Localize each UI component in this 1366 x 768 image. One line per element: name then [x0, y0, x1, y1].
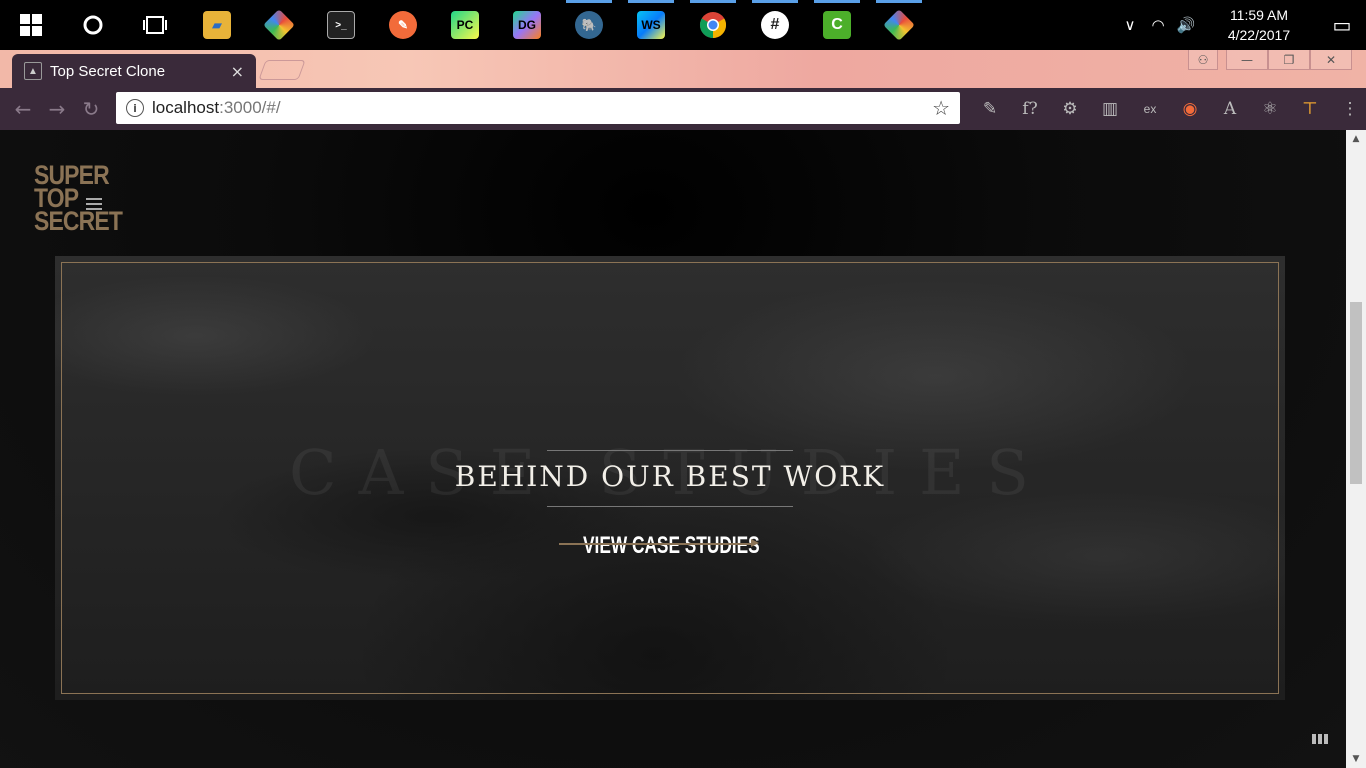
forward-arrow-icon[interactable]: → [40, 97, 74, 121]
logo-line-3: SECRET [34, 206, 123, 236]
tab-close-icon[interactable]: × [231, 62, 244, 81]
postman-icon[interactable]: ✎ [372, 0, 434, 50]
browser-tab[interactable]: ▲ Top Secret Clone × [12, 54, 256, 88]
ex-extension-icon[interactable]: ex [1130, 102, 1170, 116]
task-view-icon[interactable] [124, 0, 186, 50]
reload-icon[interactable]: ↻ [74, 97, 108, 121]
scroll-down-icon[interactable]: ▼ [1346, 750, 1366, 768]
profile-icon[interactable]: ⚇ [1188, 50, 1218, 70]
back-arrow-icon[interactable]: ← [6, 97, 40, 121]
system-tray: ∨ ◠ 🔊 11:59 AM 4/22/2017 ▭ [1116, 0, 1366, 50]
address-bar[interactable]: i localhost:3000/#/ ☆ [116, 92, 960, 124]
tab-title: Top Secret Clone [50, 62, 166, 80]
gitkraken-2-icon[interactable] [868, 0, 930, 50]
pen-extension-icon[interactable]: ✎ [970, 99, 1010, 119]
camtasia-icon[interactable]: C [806, 0, 868, 50]
barcode-extension-icon[interactable]: ▥ [1090, 99, 1130, 119]
volume-icon[interactable]: 🔊 [1172, 16, 1200, 34]
wifi-icon[interactable]: ◠ [1144, 16, 1172, 34]
web-page: SUPER TOP SECRET CASE STUDIES BEHIND OUR… [0, 130, 1346, 768]
measure-extension-icon[interactable]: ⊤ [1290, 99, 1330, 119]
browser-toolbar: ← → ↻ i localhost:3000/#/ ☆ ✎ f? ⚙ ▥ ex … [0, 88, 1366, 130]
site-info-icon[interactable]: i [126, 99, 144, 117]
scroll-up-icon[interactable]: ▲ [1346, 130, 1366, 148]
windows-taskbar: ▰ >_ ✎ PC DG 🐘 WS # C ∨ ◠ 🔊 11:59 AM 4/2… [0, 0, 1366, 50]
page-scrollbar[interactable]: ▲ ▼ [1346, 130, 1366, 768]
audio-bars-icon[interactable] [1310, 734, 1328, 744]
action-center-icon[interactable]: ▭ [1318, 13, 1366, 37]
orange-extension-icon[interactable]: ◉ [1170, 99, 1210, 119]
minimize-button[interactable]: — [1226, 50, 1268, 70]
url-host: localhost [152, 98, 220, 117]
gear-extension-icon[interactable]: ⚙ [1050, 99, 1090, 119]
file-explorer-icon[interactable]: ▰ [186, 0, 248, 50]
angular-extension-icon[interactable]: A [1210, 99, 1250, 119]
clock-date: 4/22/2017 [1227, 27, 1291, 43]
hero-banner: CASE STUDIES BEHIND OUR BEST WORK VIEW C… [55, 256, 1285, 700]
pgadmin-icon[interactable]: 🐘 [558, 0, 620, 50]
extensions-bar: ✎ f? ⚙ ▥ ex ◉ A ⚛ ⊤ ⋮ [970, 88, 1366, 130]
bookmark-star-icon[interactable]: ☆ [932, 96, 950, 120]
window-controls: ⚇ — ❐ ✕ [1188, 50, 1352, 70]
new-tab-button[interactable] [258, 60, 306, 80]
site-logo[interactable]: SUPER TOP SECRET [34, 162, 123, 236]
hamburger-menu-icon[interactable] [86, 195, 102, 213]
scrollbar-thumb[interactable] [1350, 302, 1362, 484]
gitkraken-icon[interactable] [248, 0, 310, 50]
webstorm-icon[interactable]: WS [620, 0, 682, 50]
font-extension-icon[interactable]: f? [1010, 99, 1050, 119]
close-window-button[interactable]: ✕ [1310, 50, 1352, 70]
windows-start-icon[interactable] [0, 0, 62, 50]
datagrip-icon[interactable]: DG [496, 0, 558, 50]
hero-gold-frame [61, 262, 1279, 694]
terminal-icon[interactable]: >_ [310, 0, 372, 50]
cortana-icon[interactable] [62, 0, 124, 50]
clock[interactable]: 11:59 AM 4/22/2017 [1210, 5, 1308, 45]
url-path: :3000/#/ [219, 98, 281, 117]
show-hidden-icons-chevron-icon[interactable]: ∨ [1116, 16, 1144, 34]
restore-button[interactable]: ❐ [1268, 50, 1310, 70]
tab-favicon-icon: ▲ [24, 62, 42, 80]
clock-time: 11:59 AM [1229, 7, 1289, 23]
chrome-menu-icon[interactable]: ⋮ [1330, 99, 1366, 119]
pycharm-icon[interactable]: PC [434, 0, 496, 50]
slack-icon[interactable]: # [744, 0, 806, 50]
react-extension-icon[interactable]: ⚛ [1250, 99, 1290, 119]
chrome-icon[interactable] [682, 0, 744, 50]
